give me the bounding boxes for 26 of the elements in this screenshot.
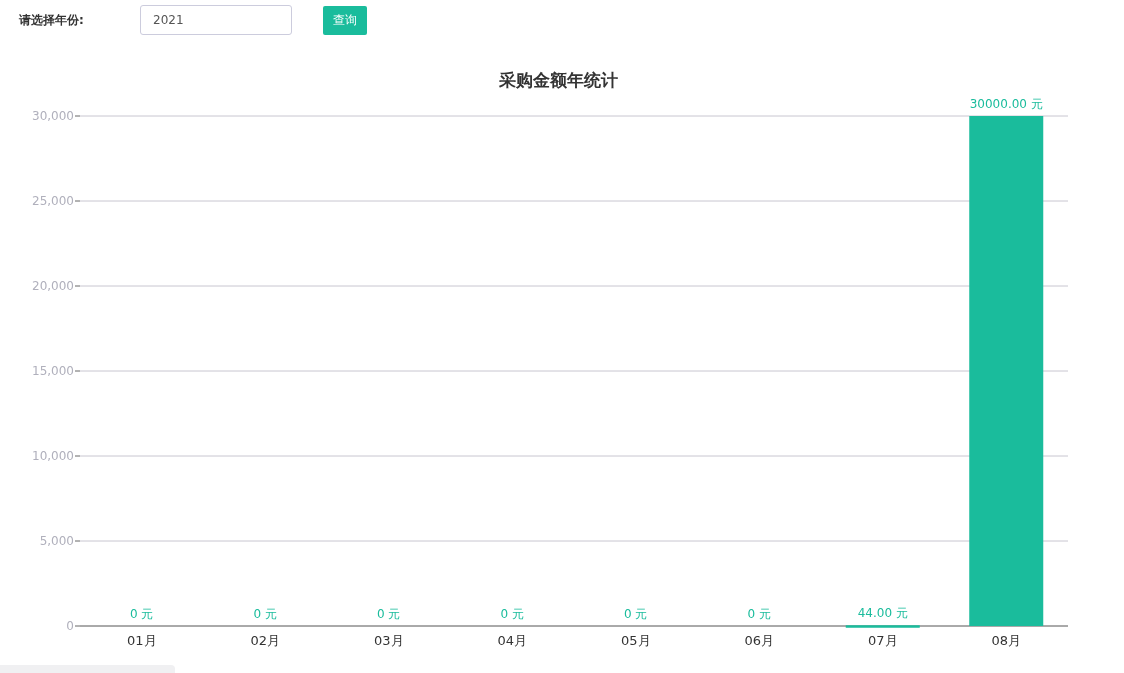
x-axis-label: 02月	[250, 633, 280, 648]
x-axis-label: 07月	[868, 633, 898, 648]
y-axis-label: 20,000	[32, 279, 74, 293]
year-label: 请选择年份:	[19, 11, 85, 29]
y-axis-label: 10,000	[32, 449, 74, 463]
x-axis-label: 04月	[497, 633, 527, 648]
value-label: 0 元	[253, 607, 277, 621]
x-axis-label: 03月	[374, 633, 404, 648]
value-label: 0 元	[500, 607, 524, 621]
y-axis-label: 30,000	[32, 109, 74, 123]
value-label: 0 元	[377, 607, 401, 621]
x-axis-label: 06月	[744, 633, 774, 648]
x-axis-label: 08月	[991, 633, 1021, 648]
value-label: 0 元	[747, 607, 771, 621]
year-field[interactable]: 2021	[140, 5, 292, 35]
value-label: 44.00 元	[857, 606, 908, 621]
y-axis-label: 5,000	[39, 534, 74, 548]
y-axis-label: 0	[66, 619, 74, 633]
value-label: 0 元	[130, 607, 154, 621]
value-label: 0 元	[624, 607, 648, 621]
y-axis-label: 15,000	[32, 364, 74, 378]
y-axis-label: 25,000	[32, 194, 74, 208]
value-label: 30000.00 元	[969, 97, 1043, 111]
x-axis-label: 01月	[127, 633, 157, 648]
x-axis-label: 05月	[621, 633, 651, 648]
chart-title: 采购金额年统计	[498, 70, 618, 90]
